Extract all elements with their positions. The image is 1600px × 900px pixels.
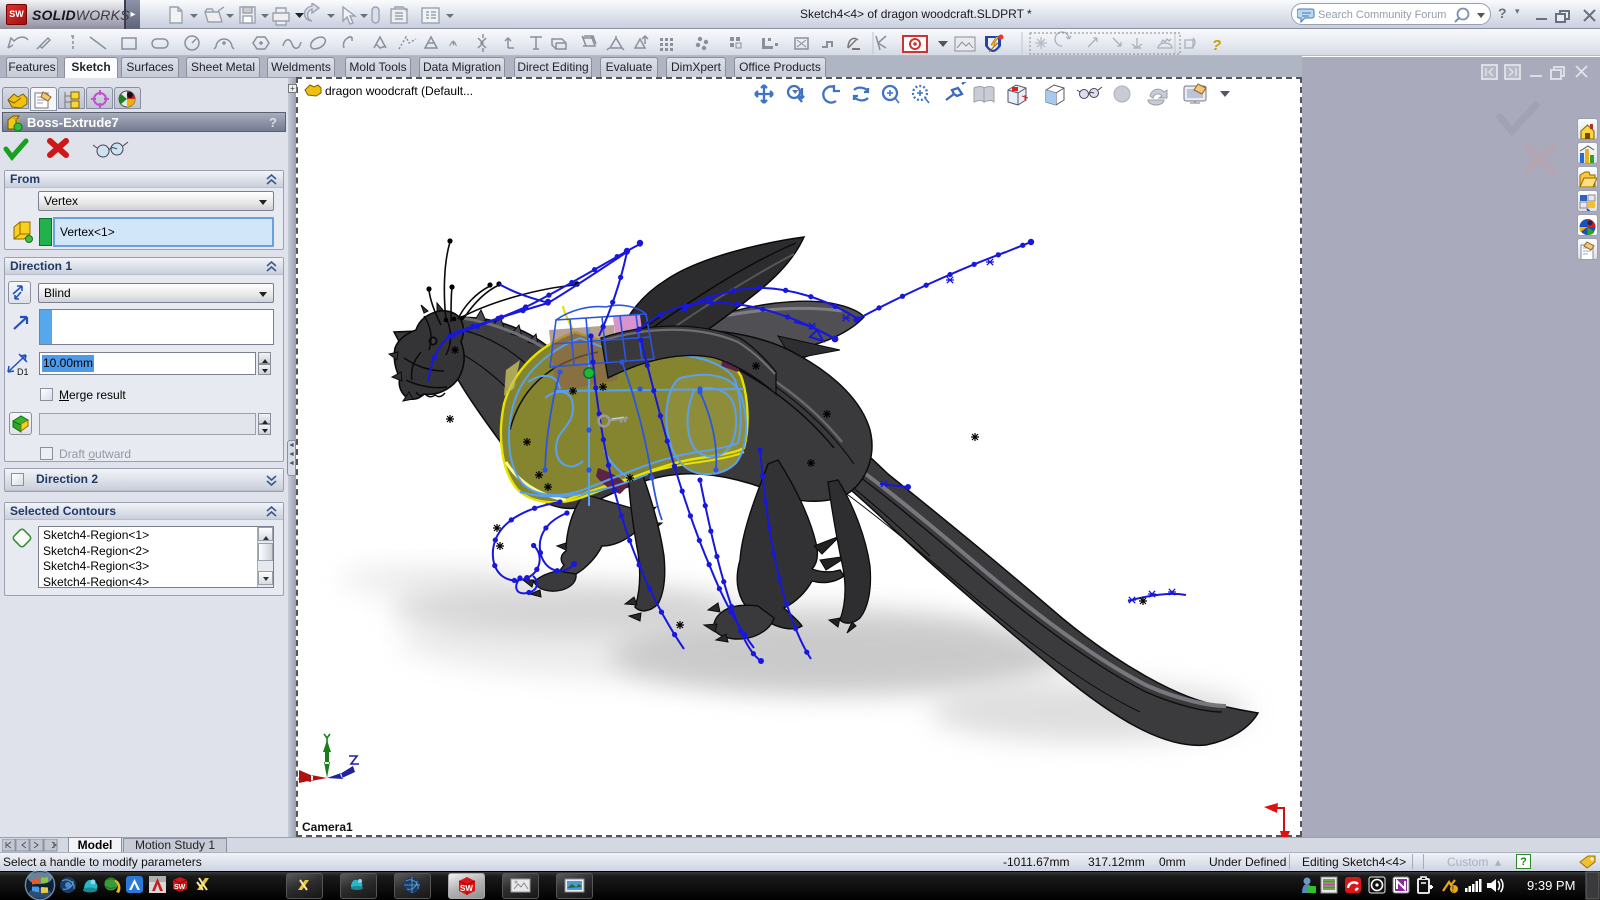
svg-text:9:39 PM: 9:39 PM	[1527, 878, 1575, 893]
svg-text:!: !	[1452, 885, 1455, 894]
svg-text:SW: SW	[174, 884, 186, 891]
svg-text:SW: SW	[460, 884, 473, 893]
svg-text:?: ?	[1212, 37, 1221, 54]
svg-text:D1: D1	[17, 367, 29, 377]
